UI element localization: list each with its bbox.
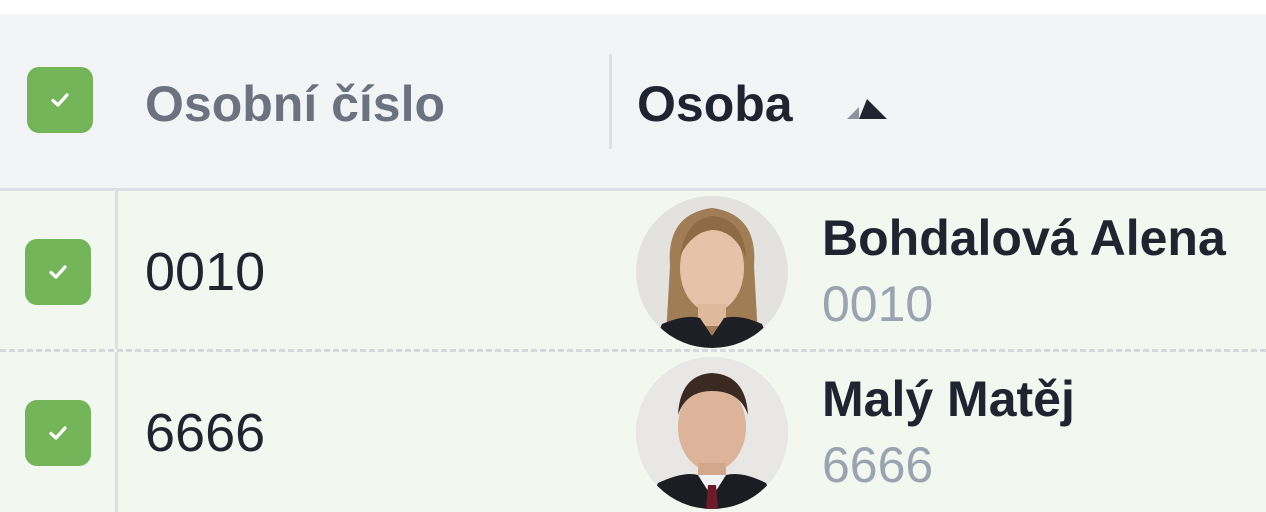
table-header: Osobní číslo Osoba <box>0 14 1266 191</box>
personal-number-cell: 0010 <box>145 242 266 302</box>
sort-ascending-icon[interactable] <box>845 97 889 121</box>
checkmark-icon <box>49 426 67 440</box>
person-name[interactable]: Malý Matěj <box>822 374 1075 424</box>
avatar[interactable] <box>636 357 788 509</box>
employee-table: Osobní číslo Osoba 0010 Bohdalová Alena … <box>0 14 1266 512</box>
avatar[interactable] <box>636 196 788 348</box>
person-code: 0010 <box>822 276 934 332</box>
checkmark-icon <box>51 93 69 107</box>
table-row[interactable]: 0010 Bohdalová Alena 0010 <box>0 191 1266 352</box>
column-divider[interactable] <box>609 54 612 149</box>
avatar-photo <box>636 196 788 348</box>
select-all-checkbox[interactable] <box>27 67 93 133</box>
avatar-photo <box>636 357 788 509</box>
person-name[interactable]: Bohdalová Alena <box>822 213 1226 263</box>
personal-number-cell: 6666 <box>145 403 266 463</box>
checkmark-icon <box>49 265 67 279</box>
column-header-personal-number[interactable]: Osobní číslo <box>145 79 445 129</box>
row-checkbox[interactable] <box>25 400 91 466</box>
row-checkbox[interactable] <box>25 239 91 305</box>
column-header-person[interactable]: Osoba <box>637 79 793 129</box>
person-code: 6666 <box>822 437 934 493</box>
row-divider <box>115 352 118 512</box>
row-divider <box>115 191 118 349</box>
table-row[interactable]: 6666 Malý Matěj 6666 <box>0 352 1266 512</box>
